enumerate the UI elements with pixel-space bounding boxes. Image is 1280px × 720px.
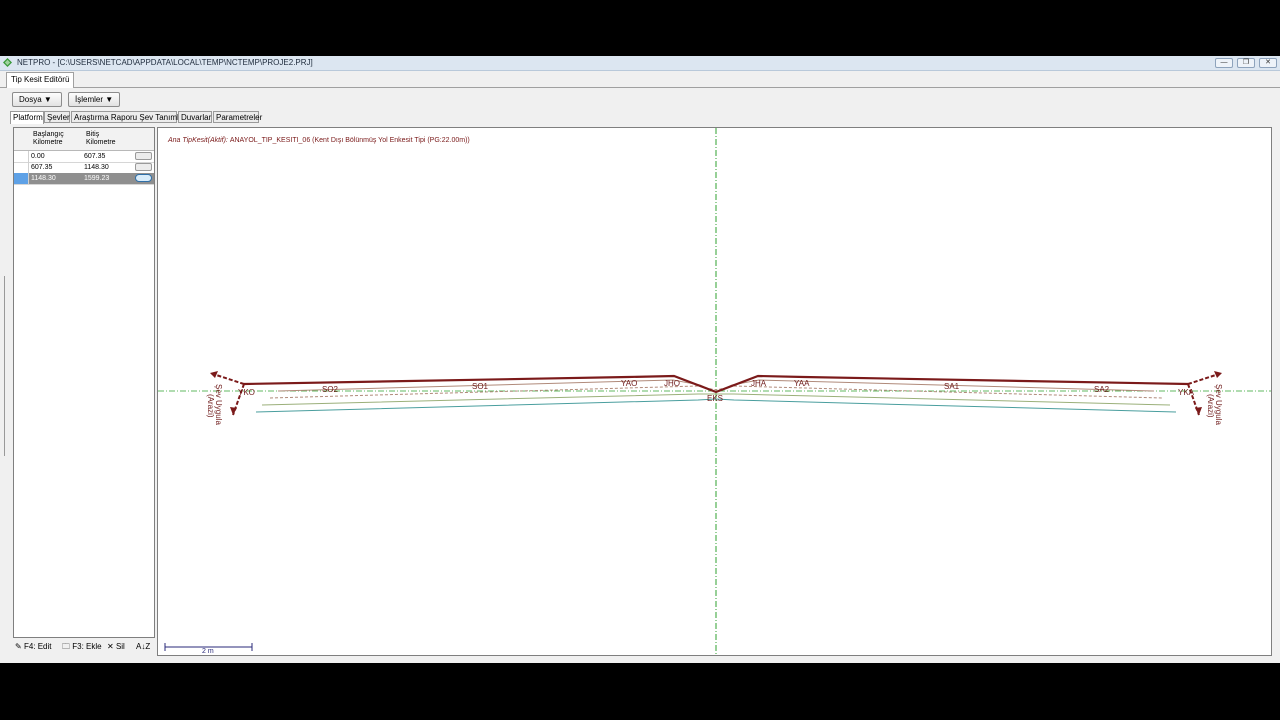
row-action-button[interactable] <box>135 152 152 160</box>
header-bitis-line2: Kilometre <box>86 139 116 146</box>
tab-parametreler[interactable]: Parametreler <box>213 111 262 123</box>
label-sa2: SA2 <box>1094 385 1110 394</box>
left-slope-label-line2: (Arazi) <box>206 394 215 418</box>
header-bitis-line1: Bitiş <box>86 131 100 138</box>
label-so2: SO2 <box>322 385 339 394</box>
label-so1: SO1 <box>472 382 489 391</box>
netpro-app-icon <box>3 58 12 67</box>
grid-header: Başlangıç Kilometre Bitiş Kilometre <box>14 128 154 151</box>
tab-sevler[interactable]: Şevler <box>44 111 70 123</box>
table-row-selected[interactable]: 1148.30 1599.23 <box>14 173 154 185</box>
document-tab-strip: Tip Kesit Editörü <box>0 71 1280 88</box>
folder-icon: 🗀 <box>62 642 70 651</box>
grid-toolbar: ✎ F4: Edit 🗀 F3: Ekle ✕ Sil A↓Z <box>13 640 155 654</box>
label-yaa: YAA <box>794 379 810 388</box>
cell-end[interactable]: 1148.30 <box>84 163 109 172</box>
cell-start[interactable]: 607.35 <box>31 163 52 172</box>
sort-button[interactable]: A↓Z <box>136 640 150 654</box>
close-button[interactable]: ✕ <box>1259 58 1277 68</box>
sort-icon: A↓Z <box>136 642 151 651</box>
add-button[interactable]: 🗀 F3: Ekle <box>62 640 102 654</box>
delete-icon: ✕ <box>107 642 114 651</box>
left-slope-down-arrow-icon <box>230 407 237 415</box>
cell-start[interactable]: 0.00 <box>31 152 45 161</box>
cross-section-canvas[interactable]: Ana TipKesit(Aktif): ANAYOL_TIP_KESITI_0… <box>157 127 1272 656</box>
label-yka: YKA <box>1178 388 1195 397</box>
close-icon: ✕ <box>1265 59 1271 66</box>
tab-arastirma-raporu[interactable]: Araştırma Raporu Şev Tanımları <box>71 111 188 123</box>
dosya-menu-button[interactable]: Dosya ▼ <box>12 92 62 107</box>
delete-label: Sil <box>115 642 125 651</box>
cell-start[interactable]: 1148.30 <box>31 174 56 183</box>
header-baslangic: Başlangıç Kilometre <box>33 131 64 147</box>
minimize-icon: — <box>1220 59 1228 66</box>
right-slope-label-line2: (Arazi) <box>1206 394 1215 418</box>
km-range-grid: Başlangıç Kilometre Bitiş Kilometre 0.00… <box>13 127 155 638</box>
app-window: NETPRO - [C:\USERS\NETCAD\APPDATA\LOCAL\… <box>0 56 1280 663</box>
row-action-button[interactable] <box>135 163 152 171</box>
right-slope-up-arrow-icon <box>1214 371 1222 378</box>
cross-section-drawing: YKO SO2 SO1 YAO JHO EKS JHA YAA SA1 SA2 … <box>158 128 1271 655</box>
restore-button[interactable]: ❐ <box>1237 58 1255 68</box>
label-jha: JHA <box>751 379 767 388</box>
tab-duvarlar[interactable]: Duvarlar <box>178 111 212 123</box>
header-baslangic-line1: Başlangıç <box>33 131 64 138</box>
header-baslangic-line2: Kilometre <box>33 139 63 146</box>
row-header[interactable] <box>14 173 29 184</box>
cell-end[interactable]: 607.35 <box>84 152 105 161</box>
tab-tip-kesit-editoru[interactable]: Tip Kesit Editörü <box>6 72 75 88</box>
add-label: F3: Ekle <box>72 642 102 651</box>
scale-bar-label: 2 m <box>202 648 214 655</box>
restore-icon: ❐ <box>1242 59 1250 66</box>
window-title: NETPRO - [C:\USERS\NETCAD\APPDATA\LOCAL\… <box>17 58 313 67</box>
row-action-button-active[interactable] <box>135 174 152 182</box>
edit-button[interactable]: ✎ F4: Edit <box>15 640 52 654</box>
left-slope-up-arrow-icon <box>210 371 218 378</box>
row-header[interactable] <box>14 162 29 173</box>
sidebar-splitter[interactable] <box>0 276 5 456</box>
label-jho: JHO <box>664 379 680 388</box>
row-header[interactable] <box>14 151 29 162</box>
header-bitis: Bitiş Kilometre <box>86 131 116 147</box>
edit-icon: ✎ <box>15 642 22 651</box>
edit-label: F4: Edit <box>23 642 52 651</box>
islemler-menu-button[interactable]: İşlemler ▼ <box>68 92 120 107</box>
label-yko: YKO <box>238 388 255 397</box>
tab-platform[interactable]: Platform <box>10 111 44 124</box>
delete-button[interactable]: ✕ Sil <box>107 640 125 654</box>
right-slope-down-arrow-icon <box>1195 407 1202 415</box>
cell-end[interactable]: 1599.23 <box>84 174 109 183</box>
label-eks: EKS <box>707 394 723 403</box>
title-bar: NETPRO - [C:\USERS\NETCAD\APPDATA\LOCAL\… <box>0 56 1280 71</box>
minimize-button[interactable]: — <box>1215 58 1233 68</box>
label-sa1: SA1 <box>944 382 960 391</box>
label-yao: YAO <box>621 379 637 388</box>
